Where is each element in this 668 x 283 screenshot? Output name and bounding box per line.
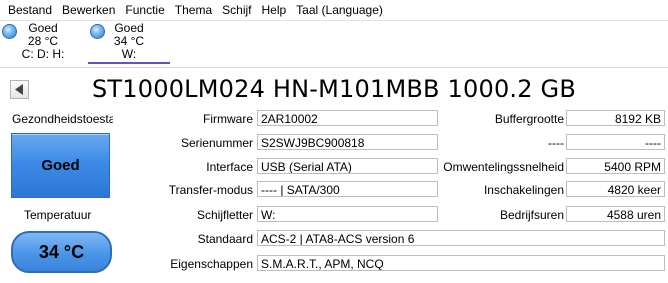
power-on-count-value: 4820 keer bbox=[566, 181, 665, 197]
firmware-label: Firmware bbox=[203, 112, 253, 126]
divider bbox=[0, 67, 668, 68]
drive-tab-1[interactable]: Goed 28 °C C: D: H: bbox=[0, 21, 86, 67]
temperature-badge[interactable]: 34 °C bbox=[11, 231, 112, 273]
firmware-value: 2AR10002 bbox=[257, 110, 438, 126]
unused-label: ---- bbox=[548, 136, 564, 150]
drive-letter-value: W: bbox=[257, 206, 438, 222]
interface-label: Interface bbox=[206, 160, 253, 174]
menu-bewerken[interactable]: Bewerken bbox=[56, 0, 119, 20]
menu-bestand[interactable]: Bestand bbox=[0, 0, 56, 20]
power-on-hours-value: 4588 uren bbox=[566, 206, 665, 222]
active-tab-indicator bbox=[88, 62, 170, 64]
menu-functie[interactable]: Functie bbox=[119, 0, 168, 20]
interface-value: USB (Serial ATA) bbox=[257, 158, 438, 174]
menu-thema[interactable]: Thema bbox=[169, 0, 216, 20]
buffer-size-label: Buffergrootte bbox=[494, 112, 564, 126]
drive-title: ST1000LM024 HN-M101MBB 1000.2 GB bbox=[92, 75, 576, 103]
standard-label: Standaard bbox=[197, 232, 253, 246]
drive-letters: C: D: H: bbox=[21, 47, 65, 61]
serial-label: Serienummer bbox=[180, 136, 253, 150]
rotation-rate-label: Omwentelingssnelheid bbox=[443, 160, 564, 174]
menu-language[interactable]: Taal (Language) bbox=[290, 0, 387, 20]
health-status-label: Gezondheidstoestand bbox=[12, 112, 113, 126]
serial-value: S2SWJ9BC900818 bbox=[257, 134, 438, 150]
standard-value: ACS-2 | ATA8-ACS version 6 bbox=[257, 230, 665, 246]
drive-letters: W: bbox=[121, 47, 137, 61]
drive-tab-2[interactable]: Goed 34 °C W: bbox=[88, 21, 170, 67]
menu-bar: Bestand Bewerken Functie Thema Schijf He… bbox=[0, 0, 668, 21]
drive-selector-bar: Goed 28 °C C: D: H: Goed 34 °C W: bbox=[0, 21, 668, 67]
buffer-size-value: 8192 KB bbox=[566, 110, 665, 126]
transfer-mode-value: ---- | SATA/300 bbox=[257, 181, 438, 197]
menu-help[interactable]: Help bbox=[255, 0, 290, 20]
transfer-mode-label: Transfer-modus bbox=[168, 183, 253, 197]
status-good-icon bbox=[90, 24, 105, 39]
unused-value: ---- bbox=[566, 134, 665, 150]
health-status-badge[interactable]: Goed bbox=[11, 133, 110, 198]
rotation-rate-value: 5400 RPM bbox=[566, 158, 665, 174]
status-good-icon bbox=[2, 24, 17, 39]
drive-letter-label: Schijfletter bbox=[196, 208, 253, 222]
temperature-label: Temperatuur bbox=[24, 208, 92, 222]
features-label: Eigenschappen bbox=[170, 257, 253, 271]
power-on-count-label: Inschakelingen bbox=[483, 183, 564, 197]
menu-schijf[interactable]: Schijf bbox=[216, 0, 255, 20]
features-value: S.M.A.R.T., APM, NCQ bbox=[257, 255, 665, 271]
power-on-hours-label: Bedrijfsuren bbox=[499, 208, 564, 222]
